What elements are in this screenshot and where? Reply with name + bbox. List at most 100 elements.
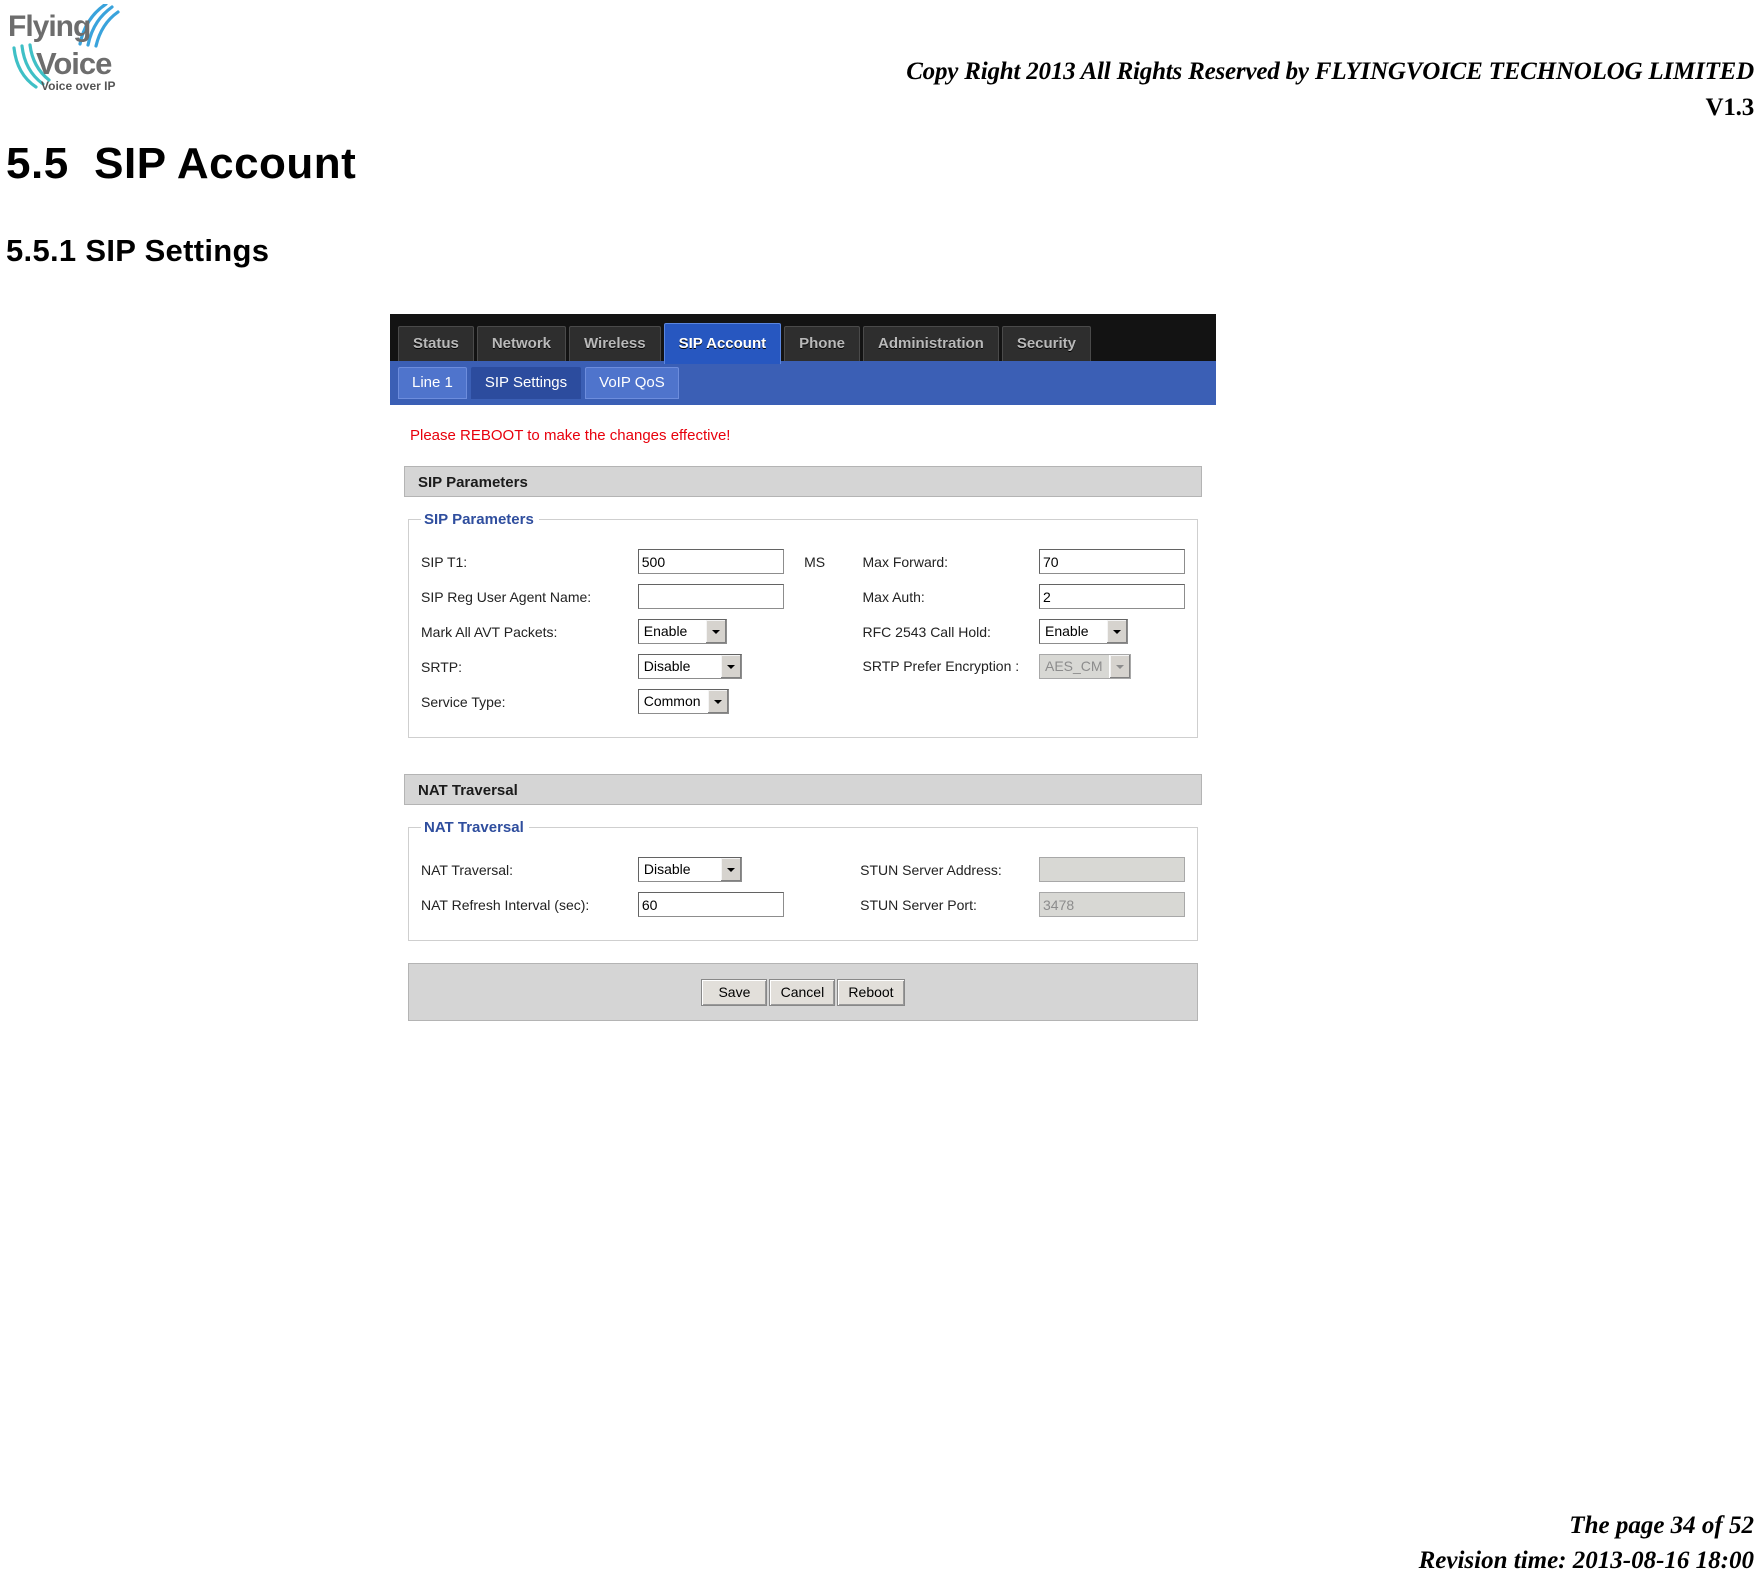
nat-traversal-selected-value: Disable: [643, 861, 691, 877]
mark-all-avt-packets-select[interactable]: Enable: [637, 619, 727, 644]
sub-tab-line-1[interactable]: Line 1: [398, 367, 467, 399]
nav-tab-wireless[interactable]: Wireless: [569, 326, 661, 361]
document-header: Flying Voice Voice over IP Copy Right 20…: [0, 0, 1764, 140]
label-max-forward: Max Forward:: [862, 553, 949, 570]
sub-tab-voip-qos[interactable]: VoIP QoS: [585, 367, 679, 399]
label-srtp: SRTP:: [421, 658, 462, 675]
rfc-2543-call-hold-selected-value: Enable: [1045, 623, 1089, 639]
control-cell: [637, 544, 804, 579]
reboot-warning-message: Please REBOOT to make the changes effect…: [410, 427, 731, 444]
document-footer: The page 34 of 52 Revision time: 2013-08…: [1419, 1508, 1754, 1578]
label-sip-t1: SIP T1:: [421, 553, 468, 570]
form-row: SIP Reg User Agent Name: Max Auth:: [421, 579, 1185, 614]
unit-label: [804, 579, 862, 614]
control-cell: Disable: [637, 852, 805, 887]
unit-label: [804, 852, 860, 887]
sub-tab-sip-settings[interactable]: SIP Settings: [470, 367, 582, 399]
nat-traversal-select[interactable]: Disable: [637, 857, 742, 882]
form-grid-nat-traversal: NAT Traversal: Disable STUN Server Address…: [421, 852, 1185, 922]
form-row: NAT Refresh Interval (sec): STUN Server P…: [421, 887, 1185, 922]
unit-label: [804, 649, 862, 684]
srtp-select[interactable]: Disable: [637, 654, 742, 679]
label-nat-traversal: NAT Traversal:: [421, 861, 514, 878]
fieldset-legend-sip-parameters: SIP Parameters: [424, 511, 534, 528]
mark-all-avt-packets-selected-value: Enable: [643, 623, 688, 639]
label-srtp-prefer-encryption: SRTP Prefer Encryption :: [862, 658, 1020, 675]
unit-label: [804, 887, 860, 922]
label-sip-reg-user-agent-name: SIP Reg User Agent Name:: [421, 588, 592, 605]
label-service-type: Service Type:: [421, 693, 506, 710]
form-row: NAT Traversal: Disable STUN Server Address…: [421, 852, 1185, 887]
control-cell: Common: [637, 684, 804, 719]
panel-title-nat-traversal: NAT Traversal: [404, 774, 1202, 805]
control-cell: [1039, 544, 1185, 579]
form-row: SRTP: Disable SRTP Prefer Encryption : AES_…: [421, 649, 1185, 684]
flyingvoice-logo: Flying Voice Voice over IP: [8, 4, 133, 96]
nav-tab-security[interactable]: Security: [1001, 326, 1092, 361]
stun-server-address-input: [1039, 857, 1185, 882]
control-cell: [1039, 579, 1185, 614]
label-empty: [863, 684, 1040, 719]
label-max-auth: Max Auth:: [862, 588, 925, 605]
router-web-ui-screenshot: Status Network Wireless SIP Account Phone Adm…: [390, 314, 1216, 1039]
chevron-down-icon: [706, 690, 728, 713]
sip-reg-user-agent-name-input[interactable]: [637, 584, 784, 609]
footer-page-number: The page 34 of 52: [1569, 1512, 1754, 1539]
main-navigation-bar: Status Network Wireless SIP Account Phone Adm…: [390, 314, 1216, 364]
unit-label: [804, 614, 862, 649]
save-button[interactable]: Save: [701, 978, 768, 1006]
control-cell: Disable: [637, 649, 804, 684]
subsection-heading: 5.5.1 SIP Settings: [6, 233, 270, 268]
control-cell: Enable: [637, 614, 804, 649]
label-mark-all-avt-packets: Mark All AVT Packets:: [421, 623, 558, 640]
nat-refresh-interval-sec-input[interactable]: [637, 892, 784, 917]
nav-tab-sip-account[interactable]: SIP Account: [663, 323, 782, 364]
control-cell: [637, 887, 805, 922]
fieldset-legend-nat-traversal: NAT Traversal: [424, 819, 524, 836]
section-heading: 5.5 SIP Account: [6, 139, 357, 188]
service-type-select[interactable]: Common: [637, 689, 729, 714]
header-copyright-text: Copy Right 2013 All Rights Reserved by F…: [906, 58, 1754, 85]
srtp-selected-value: Disable: [643, 658, 691, 674]
unit-label: [804, 684, 862, 719]
header-copyright-block: Copy Right 2013 All Rights Reserved by F…: [906, 55, 1754, 125]
sub-navigation-bar: Line 1 SIP Settings VoIP QoS: [390, 361, 1216, 405]
nav-tab-network[interactable]: Network: [476, 326, 567, 361]
footer-revision-time: Revision time: 2013-08-16 18:00: [1418, 1547, 1754, 1574]
fieldset-sip-parameters: SIP Parameters SIP T1: MS Max Forward: SIP R…: [408, 511, 1198, 738]
control-cell: Enable: [1039, 614, 1185, 649]
nav-tab-phone[interactable]: Phone: [784, 326, 860, 361]
form-action-bar: Save Cancel Reboot: [408, 963, 1198, 1021]
label-stun-server-address: STUN Server Address:: [860, 861, 1002, 878]
sip-t1-input[interactable]: [637, 549, 784, 574]
max-auth-input[interactable]: [1039, 584, 1185, 609]
web-ui-content: Please REBOOT to make the changes effect…: [390, 405, 1216, 1039]
header-version-text: V1.3: [1705, 93, 1754, 121]
svg-text:Flying: Flying: [8, 10, 90, 43]
chevron-down-icon: [719, 858, 741, 881]
cancel-button[interactable]: Cancel: [769, 978, 836, 1006]
nav-tab-administration[interactable]: Administration: [862, 326, 999, 361]
label-rfc-2543-call-hold: RFC 2543 Call Hold:: [862, 623, 991, 640]
max-forward-input[interactable]: [1039, 549, 1185, 574]
nav-tab-status[interactable]: Status: [398, 326, 474, 361]
srtp-prefer-encryption-selected-value: AES_CM: [1045, 658, 1103, 674]
fieldset-nat-traversal: NAT Traversal NAT Traversal: Disable STUN S…: [408, 819, 1198, 941]
chevron-down-icon: [704, 620, 726, 643]
panel-title-sip-parameters: SIP Parameters: [404, 466, 1202, 497]
rfc-2543-call-hold-select[interactable]: Enable: [1039, 619, 1128, 644]
label-stun-server-port: STUN Server Port:: [860, 896, 977, 913]
control-cell: [1039, 887, 1185, 922]
form-row: Mark All AVT Packets: Enable RFC 2543 Call…: [421, 614, 1185, 649]
label-nat-refresh-interval-sec: NAT Refresh Interval (sec):: [421, 896, 590, 913]
chevron-down-icon: [1106, 620, 1127, 643]
svg-text:Voice over IP: Voice over IP: [41, 79, 115, 93]
control-cell: AES_CM: [1039, 649, 1185, 684]
svg-text:Voice: Voice: [36, 46, 112, 81]
form-row: SIP T1: MS Max Forward:: [421, 544, 1185, 579]
form-grid-sip-parameters: SIP T1: MS Max Forward: SIP Reg User Agent …: [421, 544, 1185, 719]
reboot-button[interactable]: Reboot: [837, 978, 905, 1006]
stun-server-port-input: [1039, 892, 1185, 917]
srtp-prefer-encryption-select: AES_CM: [1039, 654, 1131, 679]
control-cell: [1039, 852, 1185, 887]
